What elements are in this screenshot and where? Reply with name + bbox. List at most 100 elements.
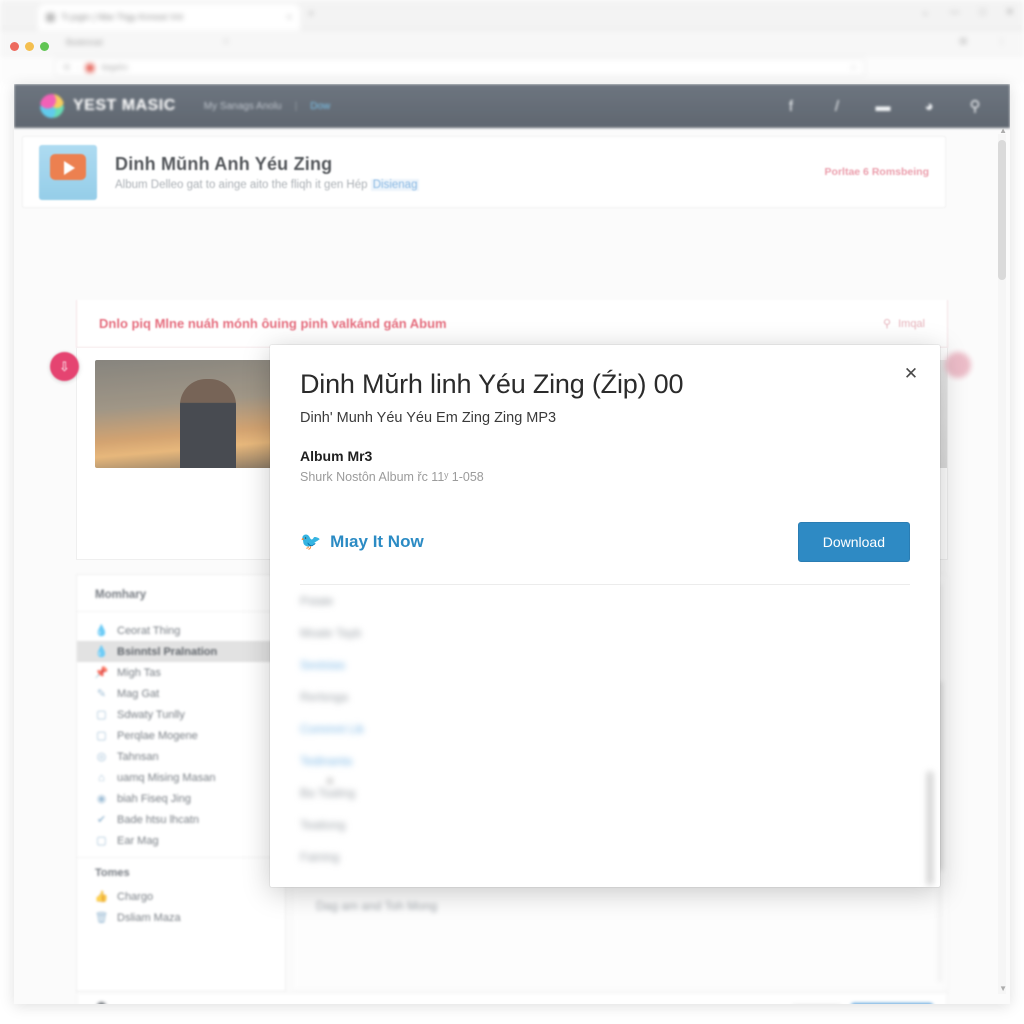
pencil-icon[interactable]: / [828, 97, 846, 115]
sidebar-item-1[interactable]: 💧 Bsinntsl Pralnation [77, 641, 285, 662]
sidebar-section-item-0[interactable]: 👍 Chargo [77, 886, 285, 907]
thumb-singer-sunset[interactable] [95, 360, 289, 468]
content-row-9[interactable]: Dag am and Toh Mong [294, 890, 947, 922]
trash-icon: 🗑 [94, 912, 109, 924]
video-icon[interactable]: ▬ [874, 97, 892, 115]
modal-title: Dinh Mŭrh linh Yéu Zing (Źip) 00 [300, 369, 684, 399]
sidebar-item-3[interactable]: ✎ Mag Gat [77, 683, 285, 704]
nav-item-songs[interactable]: My Sanags Anolu [204, 101, 282, 112]
window-close-icon[interactable]: ✕ [1006, 7, 1014, 18]
address-star-icon[interactable]: ☆ [850, 63, 857, 72]
close-dot[interactable] [10, 42, 19, 51]
carousel-next-button[interactable] [945, 352, 971, 378]
nav-item-download[interactable]: Dow [310, 101, 330, 112]
window-minimize-icon[interactable]: ⌄ [921, 7, 929, 18]
header-icon-group[interactable]: f / ▬ ◕ ⚲ [782, 97, 984, 116]
minimize-dot[interactable] [25, 42, 34, 51]
page-scroll-thumb[interactable] [998, 140, 1006, 280]
sidebar-item-8[interactable]: ◉ biah Fiseq Jing [77, 788, 285, 809]
browser-chrome: Tr.jogin | Nbe Thgy Krmost Vnl × + ⌄ — □… [0, 0, 1024, 84]
album-cover-thumbnail[interactable] [39, 144, 97, 200]
album-hero: Dinh Mŭnh Anh Yéu Zing Album Delleo gat … [22, 136, 946, 208]
new-tab-button[interactable]: + [308, 8, 314, 20]
sidebar-item-label: Ceorat Thing [117, 624, 181, 637]
modal-row-7[interactable]: Teationg [270, 809, 940, 841]
caret-up-icon: ▲ [325, 775, 335, 787]
play-it-now-link[interactable]: 🐦 Mıay It Now [300, 532, 424, 552]
modal-row-5[interactable]: Tedinanta [270, 745, 940, 777]
search-icon[interactable]: ⚲ [966, 97, 984, 115]
circle-icon: ◉ [96, 793, 107, 805]
close-icon[interactable]: ✕ [900, 363, 922, 385]
traffic-light-buttons[interactable] [10, 42, 49, 51]
sidebar-item-list: 💧 Ceorat Thing 💧 Bsinntsl Pralnation 📌 Migh… [77, 612, 285, 857]
bookmark-item[interactable]: Bookmrad [66, 34, 236, 51]
sidebar-item-label: Perqlae Mogene [117, 729, 198, 742]
modal-row-8[interactable]: Faining [270, 841, 940, 873]
sidebar-item-label: Ear Mag [117, 834, 159, 847]
modal-row-0[interactable]: Pstale [270, 585, 940, 617]
browser-toolbar-icons[interactable]: ⊞ ⋮ [959, 36, 1006, 47]
notice-bar: Dnlo piq Mlne nuáh mónh ôuing pinh valká… [76, 300, 948, 348]
sidebar-item-7[interactable]: ⌂ uamq Mising Masan [77, 767, 285, 788]
cancel-button[interactable]: Rsot [791, 1003, 841, 1004]
sidebar-section-item-1[interactable]: 🗑 Dsliam Maza [77, 907, 285, 928]
clock-icon[interactable]: ◕ [920, 97, 938, 115]
modal-lower-content: ▲ Pstale Moale Tayb Sestsias Rerlsnga Co… [270, 585, 940, 886]
sidebar-item-label: Sdwaty Tunlly [117, 708, 185, 721]
sidebar-item-label: Migh Tas [117, 666, 161, 679]
modal-row-3[interactable]: Rerlsnga [270, 681, 940, 713]
modal-row-6[interactable]: Ba Tsaling [270, 777, 940, 809]
album-subtitle-text: Album Delleo gat to ainge aito the fliqh… [115, 178, 371, 191]
facebook-icon[interactable]: f [782, 97, 800, 115]
play-it-now-label: Mıay It Now [330, 532, 424, 552]
url-separator: › [76, 63, 80, 72]
site-header: YEST MASIC My Sanags Anolu | Dow f / ▬ ◕… [14, 84, 1010, 128]
sidebar: Momhary 💧 Ceorat Thing 💧 Bsinntsl Pralnati… [76, 574, 286, 992]
square-icon: ▢ [96, 709, 107, 721]
download-button[interactable]: Download [797, 522, 910, 563]
sidebar-item-6[interactable]: ◎ Tahnsan [77, 746, 285, 767]
modal-row-2[interactable]: Sestsias [270, 649, 940, 681]
site-favicon [86, 63, 95, 72]
modal-row-1[interactable]: Moale Tayb [270, 617, 940, 649]
window-controls[interactable]: ⌄ — □ ✕ [921, 7, 1014, 18]
carousel-prev-button[interactable]: ⇩ [50, 352, 79, 381]
avatar-dot [96, 1002, 106, 1004]
address-bar[interactable]: ⟲ › ttegehn ☆ [55, 58, 865, 77]
modal-scroll-thumb[interactable] [927, 771, 933, 886]
tab-close-icon[interactable]: × [287, 12, 292, 22]
extensions-icon[interactable]: ⊞ [959, 36, 967, 47]
reload-icon[interactable]: ⟲ [63, 63, 70, 72]
pin-icon: 📌 [94, 667, 109, 679]
site-nav[interactable]: My Sanags Anolu | Dow [204, 101, 330, 112]
notice-search-link[interactable]: ⚲ Imqal [883, 317, 925, 331]
sidebar-item-9[interactable]: ✔ Bade htsu lhcatn [77, 809, 285, 830]
menu-icon[interactable]: ⋮ [997, 36, 1006, 47]
window-maximize-icon[interactable]: □ [980, 7, 986, 18]
scroll-up-arrow-icon[interactable]: ▲ [999, 126, 1007, 135]
browser-tab[interactable]: Tr.jogin | Nbe Thgy Krmost Vnl × [38, 4, 300, 30]
water-drop-icon: 💧 [94, 625, 109, 637]
sidebar-item-2[interactable]: 📌 Migh Tas [77, 662, 285, 683]
sidebar-item-4[interactable]: ▢ Sdwaty Tunlly [77, 704, 285, 725]
album-title: Dinh Mŭnh Anh Yéu Zing [115, 153, 333, 174]
sidebar-item-5[interactable]: ▢ Perqlae Mogene [77, 725, 285, 746]
sidebar-item-label: Bsinntsl Pralnation [117, 645, 218, 658]
scroll-down-arrow-icon[interactable]: ▼ [999, 984, 1007, 993]
sidebar-item-0[interactable]: 💧 Ceorat Thing [77, 620, 285, 641]
album-subtitle-link[interactable]: Disienag [370, 178, 420, 191]
circle-icon: ◎ [96, 751, 107, 763]
modal-row-4[interactable]: Commnt Lik [270, 713, 940, 745]
sidebar-item-10[interactable]: ▢ Ear Mag [77, 830, 285, 851]
window-collapse-icon[interactable]: — [950, 7, 960, 18]
submit-button[interactable]: Twofrokd [850, 1003, 933, 1004]
sidebar-section-list: 👍 Chargo 🗑 Dsliam Maza [77, 884, 285, 934]
browser-tab-strip: Tr.jogin | Nbe Thgy Krmost Vnl × + ⌄ — □… [0, 0, 1024, 30]
sidebar-item-label: Chargo [117, 890, 154, 903]
site-logo[interactable]: YEST MASIC [40, 94, 176, 118]
sidebar-item-label: Tahnsan [117, 750, 159, 763]
zoom-dot[interactable] [40, 42, 49, 51]
modal-body: ✕ Dinh Mŭrh linh Yéu Zing (Źip) 00 Dinh'… [270, 345, 940, 586]
bookmark-star-icon[interactable]: ☆ [222, 36, 230, 47]
